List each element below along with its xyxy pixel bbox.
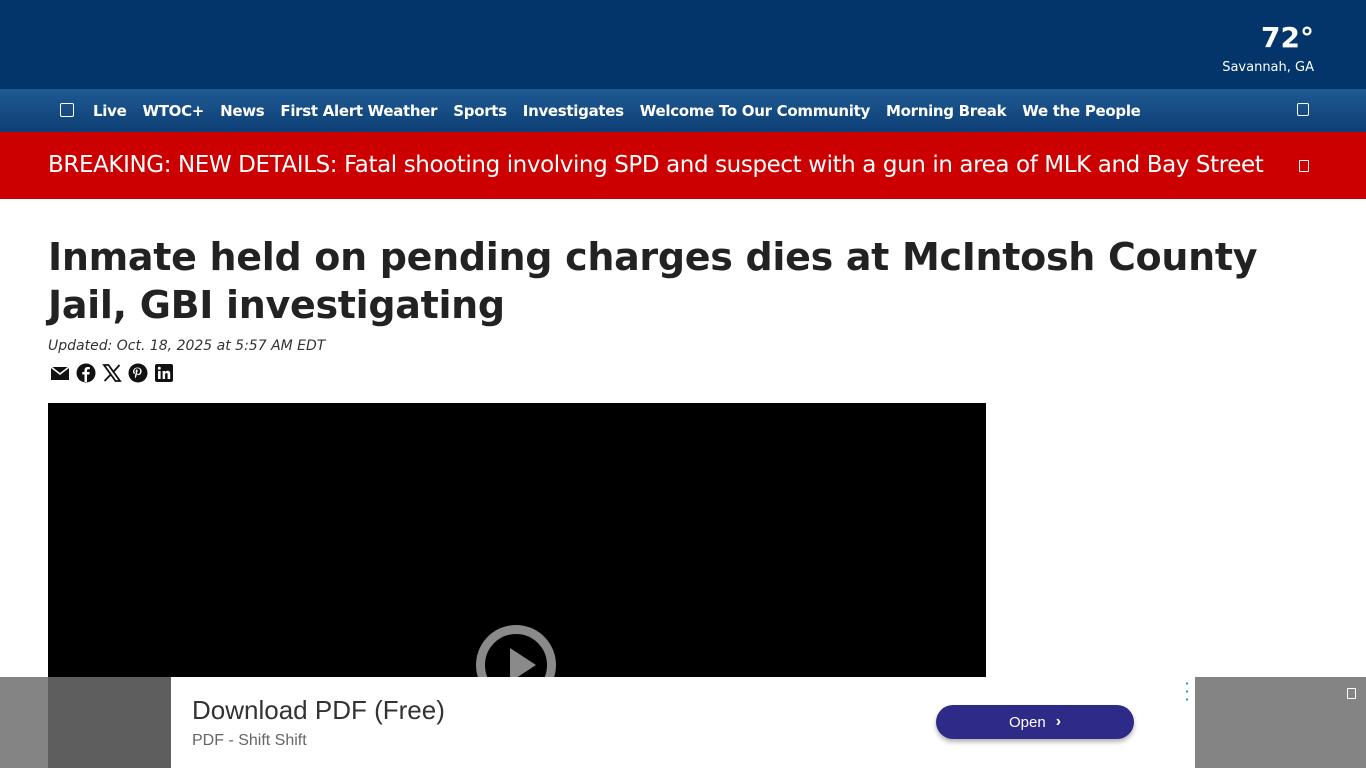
breaking-news-banner[interactable]: BREAKING: NEW DETAILS: Fatal shooting in… xyxy=(0,132,1366,199)
close-icon[interactable] xyxy=(1299,160,1309,172)
close-icon[interactable] xyxy=(1347,688,1356,699)
breaking-news-text[interactable]: BREAKING: NEW DETAILS: Fatal shooting in… xyxy=(48,152,1264,178)
article-updated-timestamp: Updated: Oct. 18, 2025 at 5:57 AM EDT xyxy=(48,338,326,354)
nav-item-sports[interactable]: Sports xyxy=(453,102,507,120)
weather-temperature: 72° xyxy=(1261,21,1314,54)
weather-widget[interactable]: 72° Savannah, GA xyxy=(1222,20,1314,76)
search-icon[interactable] xyxy=(1297,103,1309,116)
nav-item-first-alert-weather[interactable]: First Alert Weather xyxy=(280,102,437,120)
nav-item-live[interactable]: Live xyxy=(93,102,127,120)
site-header: 72° Savannah, GA xyxy=(0,0,1366,89)
article-headline: Inmate held on pending charges dies at M… xyxy=(48,235,1258,327)
nav-item-news[interactable]: News xyxy=(220,102,265,120)
nav-item-investigates[interactable]: Investigates xyxy=(523,102,624,120)
nav-item-wtoc-plus[interactable]: WTOC+ xyxy=(142,102,204,120)
ad-banner[interactable]: Download PDF (Free) PDF - Shift Shift Op… xyxy=(171,677,1195,768)
pinterest-icon[interactable] xyxy=(128,363,148,383)
ad-overlay: Download PDF (Free) PDF - Shift Shift Op… xyxy=(0,677,1366,768)
chevron-right-icon: › xyxy=(1055,713,1062,730)
ad-open-label: Open xyxy=(1008,713,1046,731)
nav-item-welcome-to-our-community[interactable]: Welcome To Our Community xyxy=(640,102,870,120)
ad-open-button[interactable]: Open › xyxy=(936,705,1134,739)
linkedin-icon[interactable] xyxy=(154,363,174,383)
weather-location: Savannah, GA xyxy=(1222,60,1314,75)
x-icon[interactable] xyxy=(102,363,122,383)
email-icon[interactable] xyxy=(50,363,70,383)
ad-subtitle: PDF - Shift Shift xyxy=(192,732,307,749)
hamburger-icon[interactable] xyxy=(60,103,74,117)
share-bar xyxy=(50,363,174,383)
nav-item-we-the-people[interactable]: We the People xyxy=(1022,102,1141,120)
ad-info-icon[interactable]: · · · xyxy=(1185,678,1189,705)
nav-items: Live WTOC+ News First Alert Weather Spor… xyxy=(93,89,1141,132)
main-nav: Live WTOC+ News First Alert Weather Spor… xyxy=(0,89,1366,132)
nav-item-morning-break[interactable]: Morning Break xyxy=(886,102,1007,120)
ad-title[interactable]: Download PDF (Free) xyxy=(192,695,445,726)
facebook-icon[interactable] xyxy=(76,363,96,383)
